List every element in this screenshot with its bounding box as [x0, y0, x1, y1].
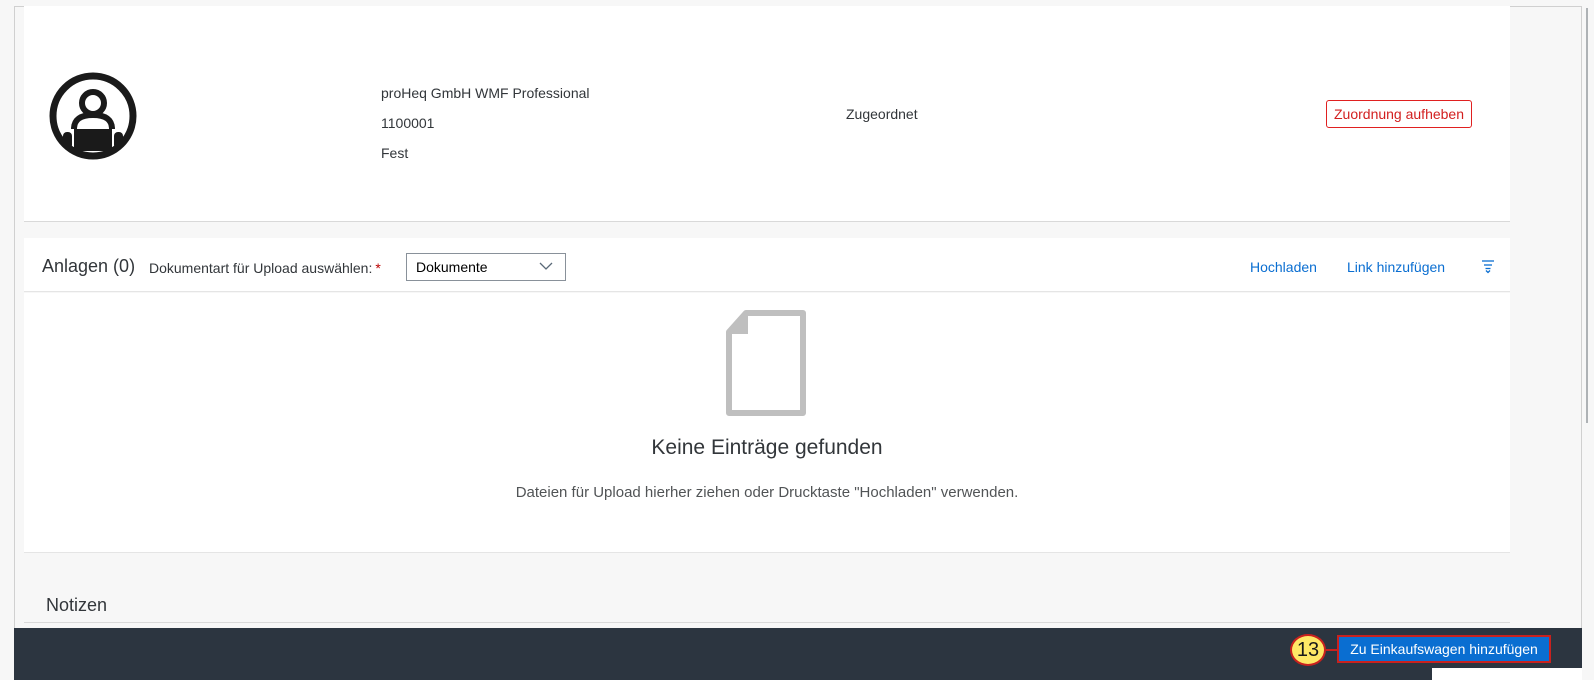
attachments-title: Anlagen (0) [42, 256, 136, 276]
add-link-button[interactable]: Link hinzufügen [1347, 259, 1445, 275]
supplier-status: Zugeordnet [846, 106, 918, 122]
doctype-value: Dokumente [416, 259, 488, 275]
doctype-select[interactable]: Dokumente [406, 253, 566, 281]
notes-divider [24, 622, 1510, 623]
supplier-card: proHeq GmbH WMF Professional 1100001 Fes… [24, 6, 1510, 222]
attachments-toolbar: Anlagen (0) Dokumentart für Upload auswä… [24, 238, 1510, 292]
attachments-empty-state[interactable]: Keine Einträge gefunden Dateien für Uplo… [24, 293, 1510, 553]
document-icon [726, 310, 806, 416]
footer-tab [1432, 668, 1582, 680]
filter-icon[interactable] [1480, 258, 1496, 274]
doctype-label-text: Dokumentart für Upload auswählen: [149, 260, 373, 276]
required-marker: * [375, 260, 381, 276]
user-circle-icon [49, 72, 137, 160]
add-to-cart-button[interactable]: Zu Einkaufswagen hinzufügen [1337, 635, 1551, 663]
doctype-label: Dokumentart für Upload auswählen: * [149, 260, 381, 276]
step-badge: 13 [1290, 634, 1326, 666]
supplier-name: proHeq GmbH WMF Professional [381, 85, 590, 101]
supplier-info: proHeq GmbH WMF Professional 1100001 Fes… [381, 84, 590, 174]
empty-hint: Dateien für Upload hierher ziehen oder D… [515, 484, 1019, 501]
empty-title: Keine Einträge gefunden [651, 436, 883, 459]
notes-title: Notizen [46, 595, 108, 615]
chevron-down-icon [539, 262, 553, 270]
unassign-button[interactable]: Zuordnung aufheben [1326, 100, 1472, 128]
supplier-number: 1100001 [381, 115, 435, 131]
scrollbar-thumb[interactable] [1586, 8, 1588, 423]
supplier-type: Fest [381, 145, 409, 161]
upload-button[interactable]: Hochladen [1250, 259, 1317, 275]
